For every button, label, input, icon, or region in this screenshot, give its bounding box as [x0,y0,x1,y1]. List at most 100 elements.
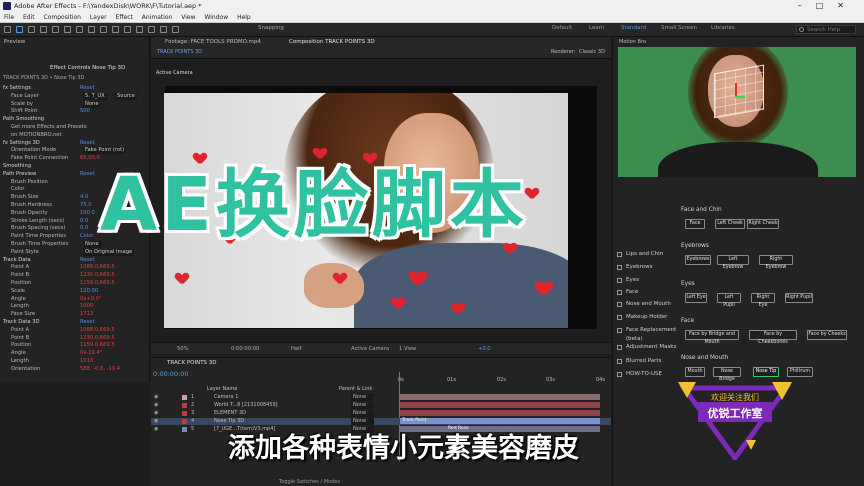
effect-property-row[interactable]: Scale by None [3,100,148,108]
layer-bar-nose-tip[interactable]: Track Point [400,418,600,424]
effect-property-row[interactable]: Face Layer 5. T_UX Source [3,92,148,100]
roto-tool-icon[interactable] [160,26,167,33]
layer-color-swatch[interactable] [182,411,187,416]
effect-property-row[interactable]: Orientation 588, -0.6, -19.4 [3,366,148,373]
effect-property-value[interactable]: None [83,100,101,108]
pan-behind-tool-icon[interactable] [76,26,83,33]
effect-property-row[interactable]: Point B 1230.0,669.5 [3,335,148,342]
motion-bro-preset-button[interactable]: Left Eyebrow [717,255,749,270]
home-tool-icon[interactable] [4,26,11,33]
motion-bro-category-item[interactable]: Makeup Holder [616,313,678,322]
viewer-timecode[interactable]: 0:00:00:00 [231,343,259,355]
effect-property-row[interactable]: Path Smoothing [3,116,148,123]
effect-property-row[interactable]: Point A 1088.0,669.5 [3,264,148,271]
menu-view[interactable]: View [181,14,195,21]
motion-bro-preset-button[interactable]: Left Pupil [717,293,741,308]
tab-footage[interactable]: Footage: FACE TOOLS PROMO.mp4 [165,39,261,45]
motion-bro-preset-button[interactable]: Mouth [685,367,705,377]
effect-property-row[interactable]: on MOTIONBRO.net [3,132,148,139]
motion-bro-category-item[interactable]: Nose and Mouth [616,300,678,309]
motion-bro-preset-button[interactable]: Nose Tip [753,367,779,377]
effect-property-value[interactable]: 4.0 [80,194,88,201]
effect-property-value[interactable]: Reset [80,171,95,178]
menu-file[interactable]: File [4,14,14,21]
hand-tool-icon[interactable] [28,26,35,33]
menu-layer[interactable]: Layer [90,14,107,21]
motion-bro-preset-button[interactable]: Nose Bridge [713,367,741,382]
visibility-eye-icon[interactable]: ◉ [154,402,158,409]
motion-bro-category-item[interactable]: Eyebrows [616,263,678,272]
toggle-switches-modes[interactable]: Toggle Switches / Modes [279,479,340,485]
layer-color-swatch[interactable] [182,427,187,432]
effect-property-row[interactable]: Face Size 1713 [3,311,148,318]
layer-bar-camera[interactable] [400,394,600,400]
layer-bar-world[interactable] [400,402,600,408]
exposure-value[interactable]: +0.0 [478,343,491,355]
motion-bro-preset-button[interactable]: Right Eye [751,293,775,308]
motion-bro-preset-button[interactable]: Right Cheek [747,219,779,229]
visibility-eye-icon[interactable]: ◉ [154,410,158,417]
menu-edit[interactable]: Edit [23,14,35,21]
visibility-eye-icon[interactable]: ◉ [154,426,158,433]
effect-property-value[interactable]: Reset [80,319,95,326]
menu-composition[interactable]: Composition [44,14,81,21]
snapping-toggle[interactable]: Snapping [258,25,284,31]
effect-property-value[interactable]: 0.0 [80,225,88,232]
effect-property-row[interactable]: Scale 120.00 [3,288,148,295]
effect-property-value[interactable]: 120.00 [80,288,98,295]
visibility-eye-icon[interactable]: ◉ [154,394,158,401]
effect-property-row[interactable]: fx Settings Reset [3,85,148,92]
effect-property-row[interactable]: Position 1159.0,669.5 [3,280,148,287]
effect-property-value[interactable]: 1088.0,669.5 [80,327,115,334]
effect-property-value[interactable]: 0x+0.0° [80,296,102,303]
renderer-value[interactable]: Classic 3D [579,49,605,55]
motion-bro-category-item[interactable]: HOW-TO-USE [616,370,678,379]
effect-property-value[interactable]: 1159.0,669.5 [80,342,115,349]
effect-property-value[interactable]: 1713 [80,311,93,318]
effect-property-row[interactable]: Angle 0x-19.4° [3,350,148,357]
camera-view-dropdown[interactable]: Active Camera [351,343,389,355]
motion-bro-category-item[interactable]: Adjustment Masks [616,343,678,352]
layer-name[interactable]: World T...8 [2131008459] [214,402,278,409]
motion-bro-preset-button[interactable]: Philtrum [787,367,813,377]
layer-parent-dropdown[interactable]: None [351,418,375,425]
zoom-dropdown[interactable]: 50% [177,343,189,355]
motion-bro-preset-button[interactable]: Left Eye [685,293,707,303]
clone-tool-icon[interactable] [136,26,143,33]
effect-property-value[interactable]: 0x-19.4° [80,350,102,357]
effect-property-value[interactable]: Color [80,233,94,240]
effect-property-value[interactable]: 100.0 [80,210,95,217]
workspace-small-screen[interactable]: Small Screen [661,25,697,31]
effect-property-value[interactable]: 1230.0,669.5 [80,272,115,279]
motion-bro-category-item[interactable]: Eyes [616,276,678,285]
effect-property-value[interactable]: 1159.0,669.5 [80,280,115,287]
effect-property-value[interactable]: 1010 [80,358,93,365]
effect-property-value[interactable]: Reset [80,140,95,147]
effect-property-row[interactable]: Angle 0x+0.0° [3,296,148,303]
effect-property-value[interactable]: 75.0 [80,202,92,209]
effect-property-value[interactable]: None [83,241,101,248]
effect-property-row[interactable]: fx Settings 3D Reset [3,140,148,147]
effect-property-value[interactable]: 0.0 [80,218,88,225]
effect-property-value[interactable]: 65,00,0 [80,155,100,162]
menu-window[interactable]: Window [204,14,228,21]
effect-property-value[interactable]: Reset [80,85,95,92]
resolution-dropdown[interactable]: Half [291,343,301,355]
shape-tool-icon[interactable] [88,26,95,33]
pen-tool-icon[interactable] [100,26,107,33]
effect-property-extra[interactable]: Source [115,92,137,100]
tab-preview[interactable]: Preview [4,39,25,45]
visibility-eye-icon[interactable]: ◉ [154,418,158,425]
timeline-timecode[interactable]: 0:00:00:00 [153,370,189,378]
camera-tool-icon[interactable] [64,26,71,33]
tab-composition[interactable]: Composition TRACK POINTS 3D [289,39,375,45]
effect-property-value[interactable]: 5. T_UX [83,92,107,100]
workspace-standard[interactable]: Standard [621,25,646,31]
effect-property-row[interactable]: Shift Point 500 [3,108,148,115]
layer-name[interactable]: Camera 1 [214,394,238,401]
effect-property-value[interactable]: 500 [80,108,90,115]
effect-property-row[interactable]: Point A 1088.0,669.5 [3,327,148,334]
view-layout-dropdown[interactable]: 1 View [399,343,416,355]
motion-bro-preset-button[interactable]: Right Eyebrow [759,255,793,270]
layer-name[interactable]: Nose Tip 3D [214,418,244,425]
